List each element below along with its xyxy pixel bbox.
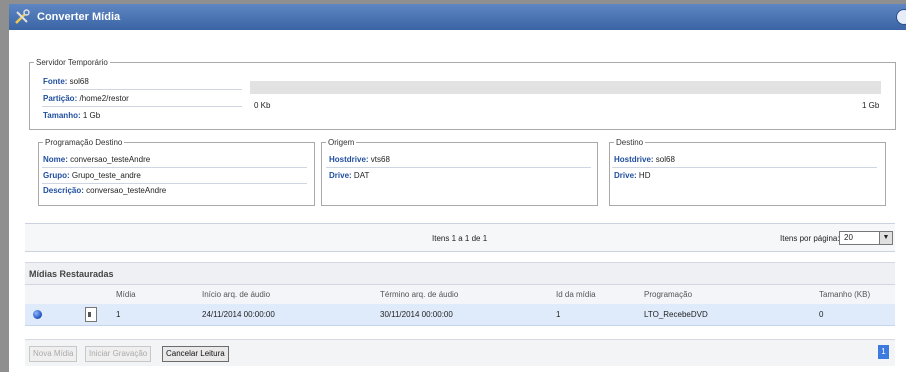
divider	[42, 106, 242, 107]
iniciar-gravacao-button[interactable]: Iniciar Gravação	[85, 346, 152, 362]
tamanho-value: 1 Gb	[82, 111, 101, 120]
fonte-value: sol68	[69, 77, 89, 86]
cell-id: 1	[556, 310, 561, 319]
page-number-button[interactable]: 1	[878, 345, 889, 359]
nome-row: Nome: conversao_testeAndre	[43, 155, 150, 164]
destino-legend: Destino	[616, 138, 644, 147]
footer-toolbar: Nova Mídia Iniciar Gravação Cancelar Lei…	[25, 339, 895, 366]
cell-midia: 1	[116, 310, 121, 319]
cell-programacao: LTO_RecebeDVD	[644, 310, 708, 319]
particao-value: /home2/restor	[79, 94, 129, 103]
column-header-tamanho[interactable]: Tamanho (KB)	[819, 290, 870, 299]
usage-min-label: 0 Kb	[254, 101, 271, 110]
grupo-label: Grupo:	[43, 171, 70, 180]
destino-hostdrive-label: Hostdrive:	[614, 155, 654, 164]
destino-group: Destino	[609, 138, 886, 206]
particao-row: Partição: /home2/restor	[43, 94, 129, 103]
destino-drive-row: Drive: HD	[614, 171, 650, 180]
destino-hostdrive-row: Hostdrive: sol68	[614, 155, 675, 164]
particao-label: Partição:	[43, 94, 78, 103]
per-page-value: 20	[844, 233, 853, 242]
table-title: Mídias Restauradas	[29, 269, 114, 279]
servidor-legend: Servidor Temporário	[36, 58, 108, 67]
divider	[612, 167, 877, 168]
column-header-programacao[interactable]: Programação	[644, 290, 692, 299]
servidor-temporario-group: Servidor Temporário	[29, 58, 896, 130]
chevron-down-icon: ▼	[879, 232, 892, 244]
tools-icon	[15, 9, 30, 24]
storage-usage-bar	[250, 81, 881, 94]
programacao-legend: Programação Destino	[45, 138, 123, 147]
help-icon[interactable]	[896, 9, 906, 25]
divider	[42, 89, 242, 90]
grupo-value: Grupo_teste_andre	[71, 171, 141, 180]
column-header-termino[interactable]: Término arq. de áudio	[380, 290, 458, 299]
table-header: Mídia Início arq. de áudio Término arq. …	[25, 284, 895, 305]
cancelar-leitura-button[interactable]: Cancelar Leitura	[162, 346, 229, 362]
column-header-inicio[interactable]: Início arq. de áudio	[202, 290, 270, 299]
cell-termino: 30/11/2014 00:00:00	[380, 310, 453, 319]
tamanho-label: Tamanho:	[43, 111, 81, 120]
nome-value: conversao_testeAndre	[70, 155, 151, 164]
nova-midia-button[interactable]: Nova Mídia	[29, 346, 78, 362]
origem-drive-row: Drive: DAT	[329, 171, 369, 180]
column-header-midia[interactable]: Mídia	[116, 290, 136, 299]
divider	[326, 167, 591, 168]
per-page-label: Itens por página:	[780, 234, 840, 243]
usage-max-label: 1 Gb	[862, 101, 880, 110]
nome-label: Nome:	[43, 155, 68, 164]
divider	[42, 167, 307, 168]
destino-drive-label: Drive:	[614, 171, 637, 180]
table-title-bar: Mídias Restauradas	[25, 262, 895, 284]
origem-hostdrive-label: Hostdrive:	[329, 155, 369, 164]
origem-drive-label: Drive:	[329, 171, 352, 180]
destino-hostdrive-value: sol68	[655, 155, 675, 164]
descricao-label: Descrição:	[43, 186, 84, 195]
cell-tamanho: 0	[819, 310, 824, 319]
fonte-row: Fonte: sol68	[43, 77, 89, 86]
status-dot-icon	[33, 310, 42, 319]
title-bar: Converter Mídia	[9, 4, 906, 30]
per-page-select[interactable]: 20 ▼	[839, 231, 893, 245]
items-count: Itens 1 a 1 de 1	[432, 234, 488, 243]
descricao-row: Descrição: conversao_testeAndre	[43, 186, 166, 195]
origem-legend: Origem	[328, 138, 355, 147]
descricao-value: conversao_testeAndre	[86, 186, 167, 195]
origem-hostdrive-value: vts68	[370, 155, 390, 164]
table-row[interactable]: 1 24/11/2014 00:00:00 30/11/2014 00:00:0…	[25, 304, 895, 326]
grupo-row: Grupo: Grupo_teste_andre	[43, 171, 141, 180]
document-icon[interactable]	[85, 307, 97, 322]
cell-inicio: 24/11/2014 00:00:00	[202, 310, 275, 319]
window-title: Converter Mídia	[37, 11, 121, 23]
origem-hostdrive-row: Hostdrive: vts68	[329, 155, 390, 164]
column-header-id[interactable]: Id da mídia	[556, 290, 596, 299]
destino-drive-value: HD	[638, 171, 651, 180]
fonte-label: Fonte:	[43, 77, 68, 86]
divider	[42, 183, 307, 184]
origem-drive-value: DAT	[353, 171, 370, 180]
tamanho-row: Tamanho: 1 Gb	[43, 111, 100, 120]
